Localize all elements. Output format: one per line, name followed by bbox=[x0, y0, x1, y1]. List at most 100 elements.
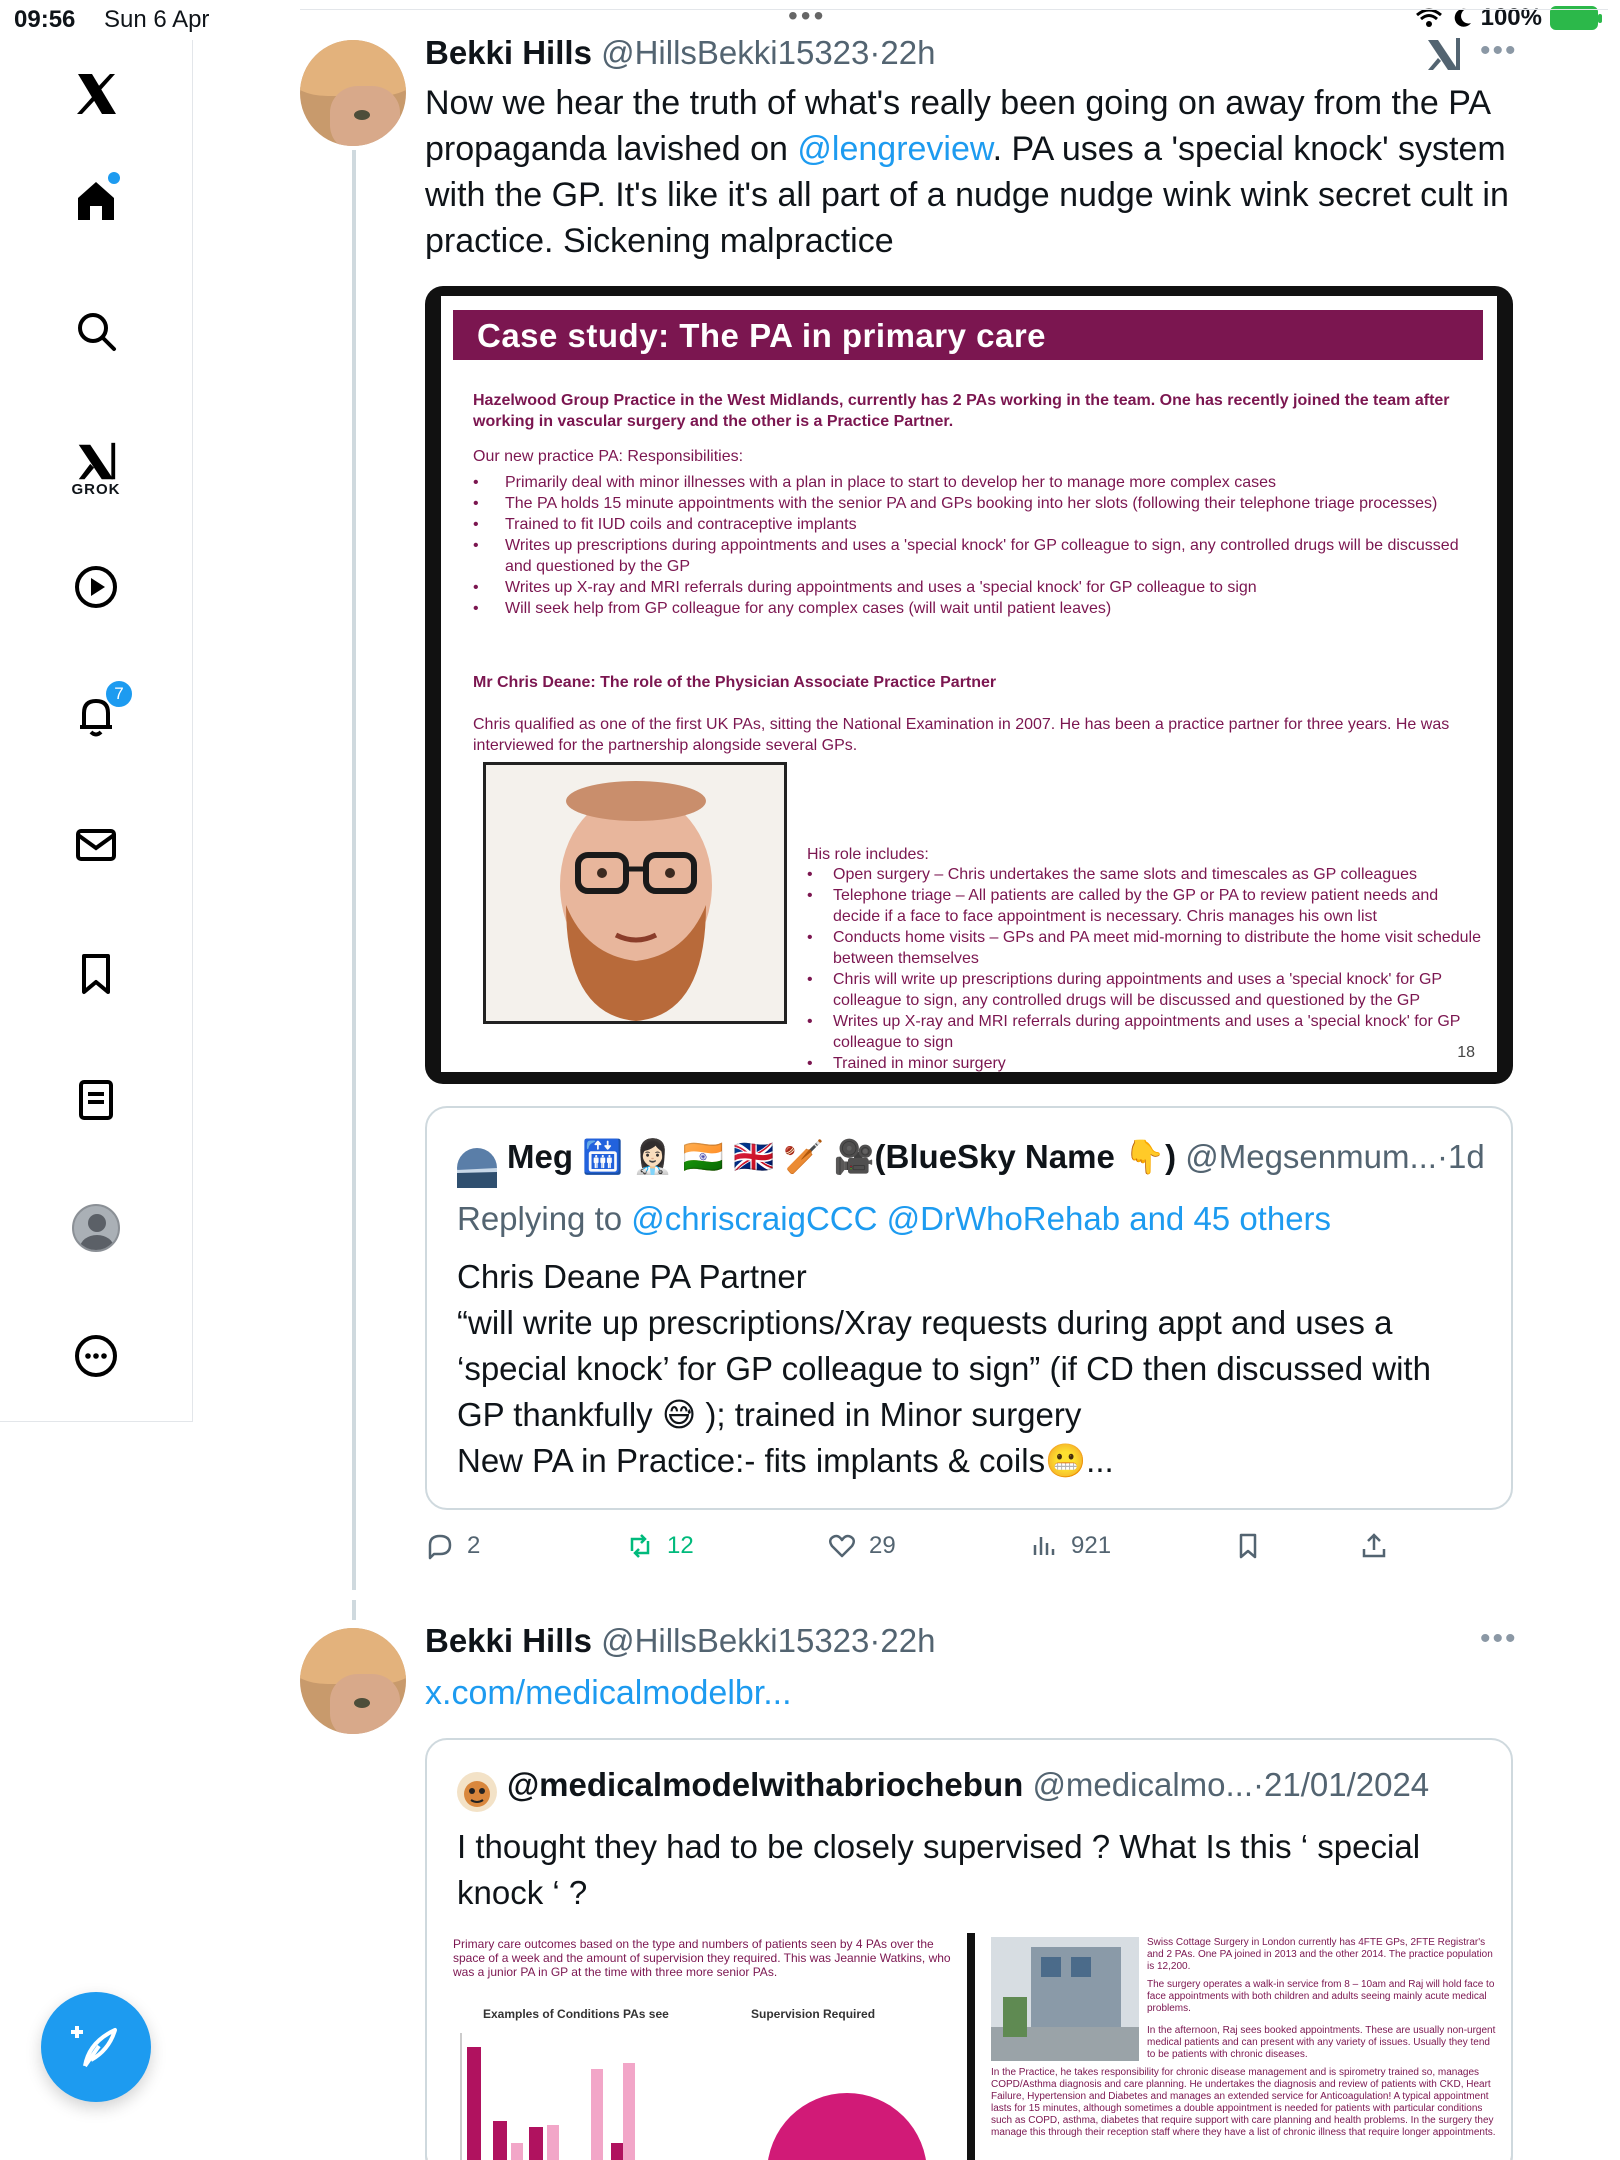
quoted-tweet[interactable]: @medicalmodelwithabriochebun @medicalmo.… bbox=[425, 1738, 1513, 2160]
home-icon[interactable] bbox=[62, 166, 130, 234]
slide-intro: Hazelwood Group Practice in the West Mid… bbox=[473, 392, 1450, 430]
tweet-time[interactable]: 22h bbox=[880, 1622, 935, 1659]
quoted-author-name: Meg 🛗 👩🏻‍⚕️ 🇮🇳 🇬🇧 🏏 🎥(BlueSky Name 👇) bbox=[507, 1138, 1177, 1175]
tweet-link[interactable]: x.com/medicalmodelbr... bbox=[425, 1674, 792, 1712]
author-handle[interactable]: @HillsBekki15323 bbox=[601, 1622, 869, 1659]
grok-explain-icon[interactable] bbox=[1424, 36, 1464, 74]
quoted-media[interactable]: Primary care outcomes based on the type … bbox=[427, 1933, 1511, 2160]
notification-badge: 7 bbox=[104, 679, 134, 709]
reply-button[interactable]: 2 bbox=[425, 1531, 480, 1561]
messages-icon[interactable] bbox=[62, 811, 130, 879]
slide-role-bullet: Open surgery – Chris undertakes the same… bbox=[807, 864, 1487, 885]
notifications-icon[interactable]: 7 bbox=[62, 679, 134, 749]
retweet-button[interactable]: 12 bbox=[625, 1531, 694, 1561]
reply-icon bbox=[428, 1534, 452, 1560]
profile-avatar[interactable] bbox=[62, 1194, 130, 1262]
more-icon[interactable] bbox=[62, 1322, 130, 1390]
quoted-header: Meg 🛗 👩🏻‍⚕️ 🇮🇳 🇬🇧 🏏 🎥(BlueSky Name 👇) @M… bbox=[507, 1138, 1485, 1175]
quoted-tweet[interactable]: Meg 🛗 👩🏻‍⚕️ 🇮🇳 🇬🇧 🏏 🎥(BlueSky Name 👇) @M… bbox=[425, 1106, 1513, 1510]
author-avatar[interactable] bbox=[300, 40, 406, 146]
quoted-image-2[interactable]: Swiss Cottage Surgery in London currentl… bbox=[975, 1933, 1511, 2160]
sidebar-divider bbox=[0, 1421, 193, 1422]
x-logo-icon[interactable] bbox=[62, 60, 130, 128]
tweet-more-icon[interactable]: ••• bbox=[1480, 34, 1518, 68]
share-button[interactable] bbox=[1359, 1531, 1389, 1561]
slide-page-number: 18 bbox=[1457, 1044, 1475, 1061]
mention-link[interactable]: @lengreview bbox=[797, 130, 992, 168]
sidebar: GROK 7 bbox=[0, 40, 193, 1422]
video-icon[interactable] bbox=[62, 553, 130, 621]
like-button[interactable]: 29 bbox=[827, 1531, 896, 1561]
views-icon bbox=[1033, 1537, 1055, 1555]
tweet-actions: 2 12 29 921 bbox=[425, 1525, 1425, 1571]
like-count: 29 bbox=[869, 1532, 896, 1559]
thread-connector bbox=[352, 1600, 356, 1620]
quoted-image-1[interactable]: Primary care outcomes based on the type … bbox=[427, 1933, 967, 2160]
bookmark-button[interactable] bbox=[1233, 1531, 1263, 1561]
bookmarks-icon[interactable] bbox=[62, 940, 130, 1008]
retweet-count: 12 bbox=[667, 1532, 694, 1559]
slide-bullets: Primarily deal with minor illnesses with… bbox=[473, 472, 1473, 619]
slide-bullet: The PA holds 15 minute appointments with… bbox=[473, 493, 1473, 514]
grok-label: GROK bbox=[71, 480, 121, 498]
quoted-avatar bbox=[457, 1148, 497, 1188]
author-name[interactable]: Bekki Hills bbox=[425, 1622, 592, 1659]
replying-to-link[interactable]: @chriscraigCCC @DrWhoRehab and 45 others bbox=[631, 1200, 1331, 1237]
heart-icon bbox=[829, 1534, 855, 1558]
slide-bullet: Primarily deal with minor illnesses with… bbox=[473, 472, 1473, 493]
quoted-header: @medicalmodelwithabriochebun @medicalmo.… bbox=[507, 1766, 1430, 1803]
slide-title: Case study: The PA in primary care bbox=[453, 310, 1483, 360]
quoted-author-name: @medicalmodelwithabriochebun bbox=[507, 1766, 1024, 1803]
author-name[interactable]: Bekki Hills bbox=[425, 34, 592, 71]
timeline-top-border bbox=[300, 9, 1608, 10]
thumb1-left-title: Examples of Conditions PAs see bbox=[483, 2007, 669, 2021]
author-handle[interactable]: @HillsBekki15323 bbox=[601, 34, 869, 71]
compose-button[interactable] bbox=[41, 1992, 151, 2102]
slide-role-heading: His role includes: bbox=[807, 846, 929, 863]
multitasking-dots-icon[interactable]: ••• bbox=[788, 0, 826, 32]
tweet-text: x.com/medicalmodelbr... bbox=[425, 1670, 1525, 1716]
thumb1-right-title: Supervision Required bbox=[751, 2007, 876, 2021]
slide-bullet: Writes up prescriptions during appointme… bbox=[473, 535, 1473, 577]
slide-role-bullet: Trained in minor surgery bbox=[807, 1053, 1487, 1074]
thumb1-caption: Primary care outcomes based on the type … bbox=[453, 1937, 951, 1979]
case-study-slide: Case study: The PA in primary care Hazel… bbox=[441, 296, 1497, 1074]
quoted-time: 1d bbox=[1447, 1138, 1485, 1175]
share-icon bbox=[1362, 1533, 1386, 1558]
tweet-header: Bekki Hills @HillsBekki15323·22h bbox=[425, 1622, 936, 1659]
retweet-icon bbox=[630, 1534, 650, 1558]
moon-icon bbox=[1454, 8, 1471, 27]
slide-role-bullets: Open surgery – Chris undertakes the same… bbox=[807, 864, 1487, 1074]
status-date: Sun 6 Apr bbox=[104, 6, 210, 33]
thumb1-charts bbox=[460, 2033, 926, 2160]
thumb2-text-4: In the Practice, he takes responsibility… bbox=[991, 2067, 1496, 2138]
search-icon[interactable] bbox=[62, 297, 130, 365]
views-button[interactable]: 921 bbox=[1029, 1531, 1111, 1561]
tweet-header: Bekki Hills @HillsBekki15323·22h bbox=[425, 34, 936, 71]
tweet-more-icon[interactable]: ••• bbox=[1480, 1622, 1518, 1656]
surgery-photo bbox=[991, 1937, 1139, 2061]
status-time: 09:56 bbox=[14, 6, 76, 33]
slide-role-bullet: Telephone triage – All patients are call… bbox=[807, 885, 1487, 927]
author-avatar[interactable] bbox=[300, 1628, 406, 1734]
quoted-text: I thought they had to be closely supervi… bbox=[457, 1828, 1421, 1911]
tweet-image[interactable]: Case study: The PA in primary care Hazel… bbox=[425, 286, 1513, 1084]
slide-role-bullet: Writes up X-ray and MRI referrals during… bbox=[807, 1011, 1487, 1053]
wifi-icon bbox=[1415, 8, 1442, 27]
quoted-line: Chris Deane PA Partner bbox=[457, 1258, 807, 1295]
slide-role-bullet: Conducts home visits – GPs and PA meet m… bbox=[807, 927, 1487, 969]
slide-bullet: Trained to fit IUD coils and contracepti… bbox=[473, 514, 1473, 535]
replying-label: Replying to bbox=[457, 1200, 632, 1237]
grok-icon[interactable]: GROK bbox=[62, 428, 130, 508]
profile-avatar-icon bbox=[72, 1204, 120, 1252]
lists-icon[interactable] bbox=[62, 1066, 130, 1134]
quoted-author-handle: @medicalmo... bbox=[1032, 1766, 1253, 1803]
slide-bullet: Will seek help from GP colleague for any… bbox=[473, 598, 1473, 619]
quoted-date: 21/01/2024 bbox=[1264, 1766, 1430, 1803]
quoted-author-handle: @Megsenmum... bbox=[1185, 1138, 1437, 1175]
quoted-line: “will write up prescriptions/Xray reques… bbox=[457, 1304, 1431, 1433]
quoted-replying: Replying to @chriscraigCCC @DrWhoRehab a… bbox=[457, 1196, 1487, 1242]
slide-bullet: Writes up X-ray and MRI referrals during… bbox=[473, 577, 1473, 598]
quoted-text: Chris Deane PA Partner “will write up pr… bbox=[457, 1254, 1487, 1484]
tweet-time[interactable]: 22h bbox=[880, 34, 935, 71]
